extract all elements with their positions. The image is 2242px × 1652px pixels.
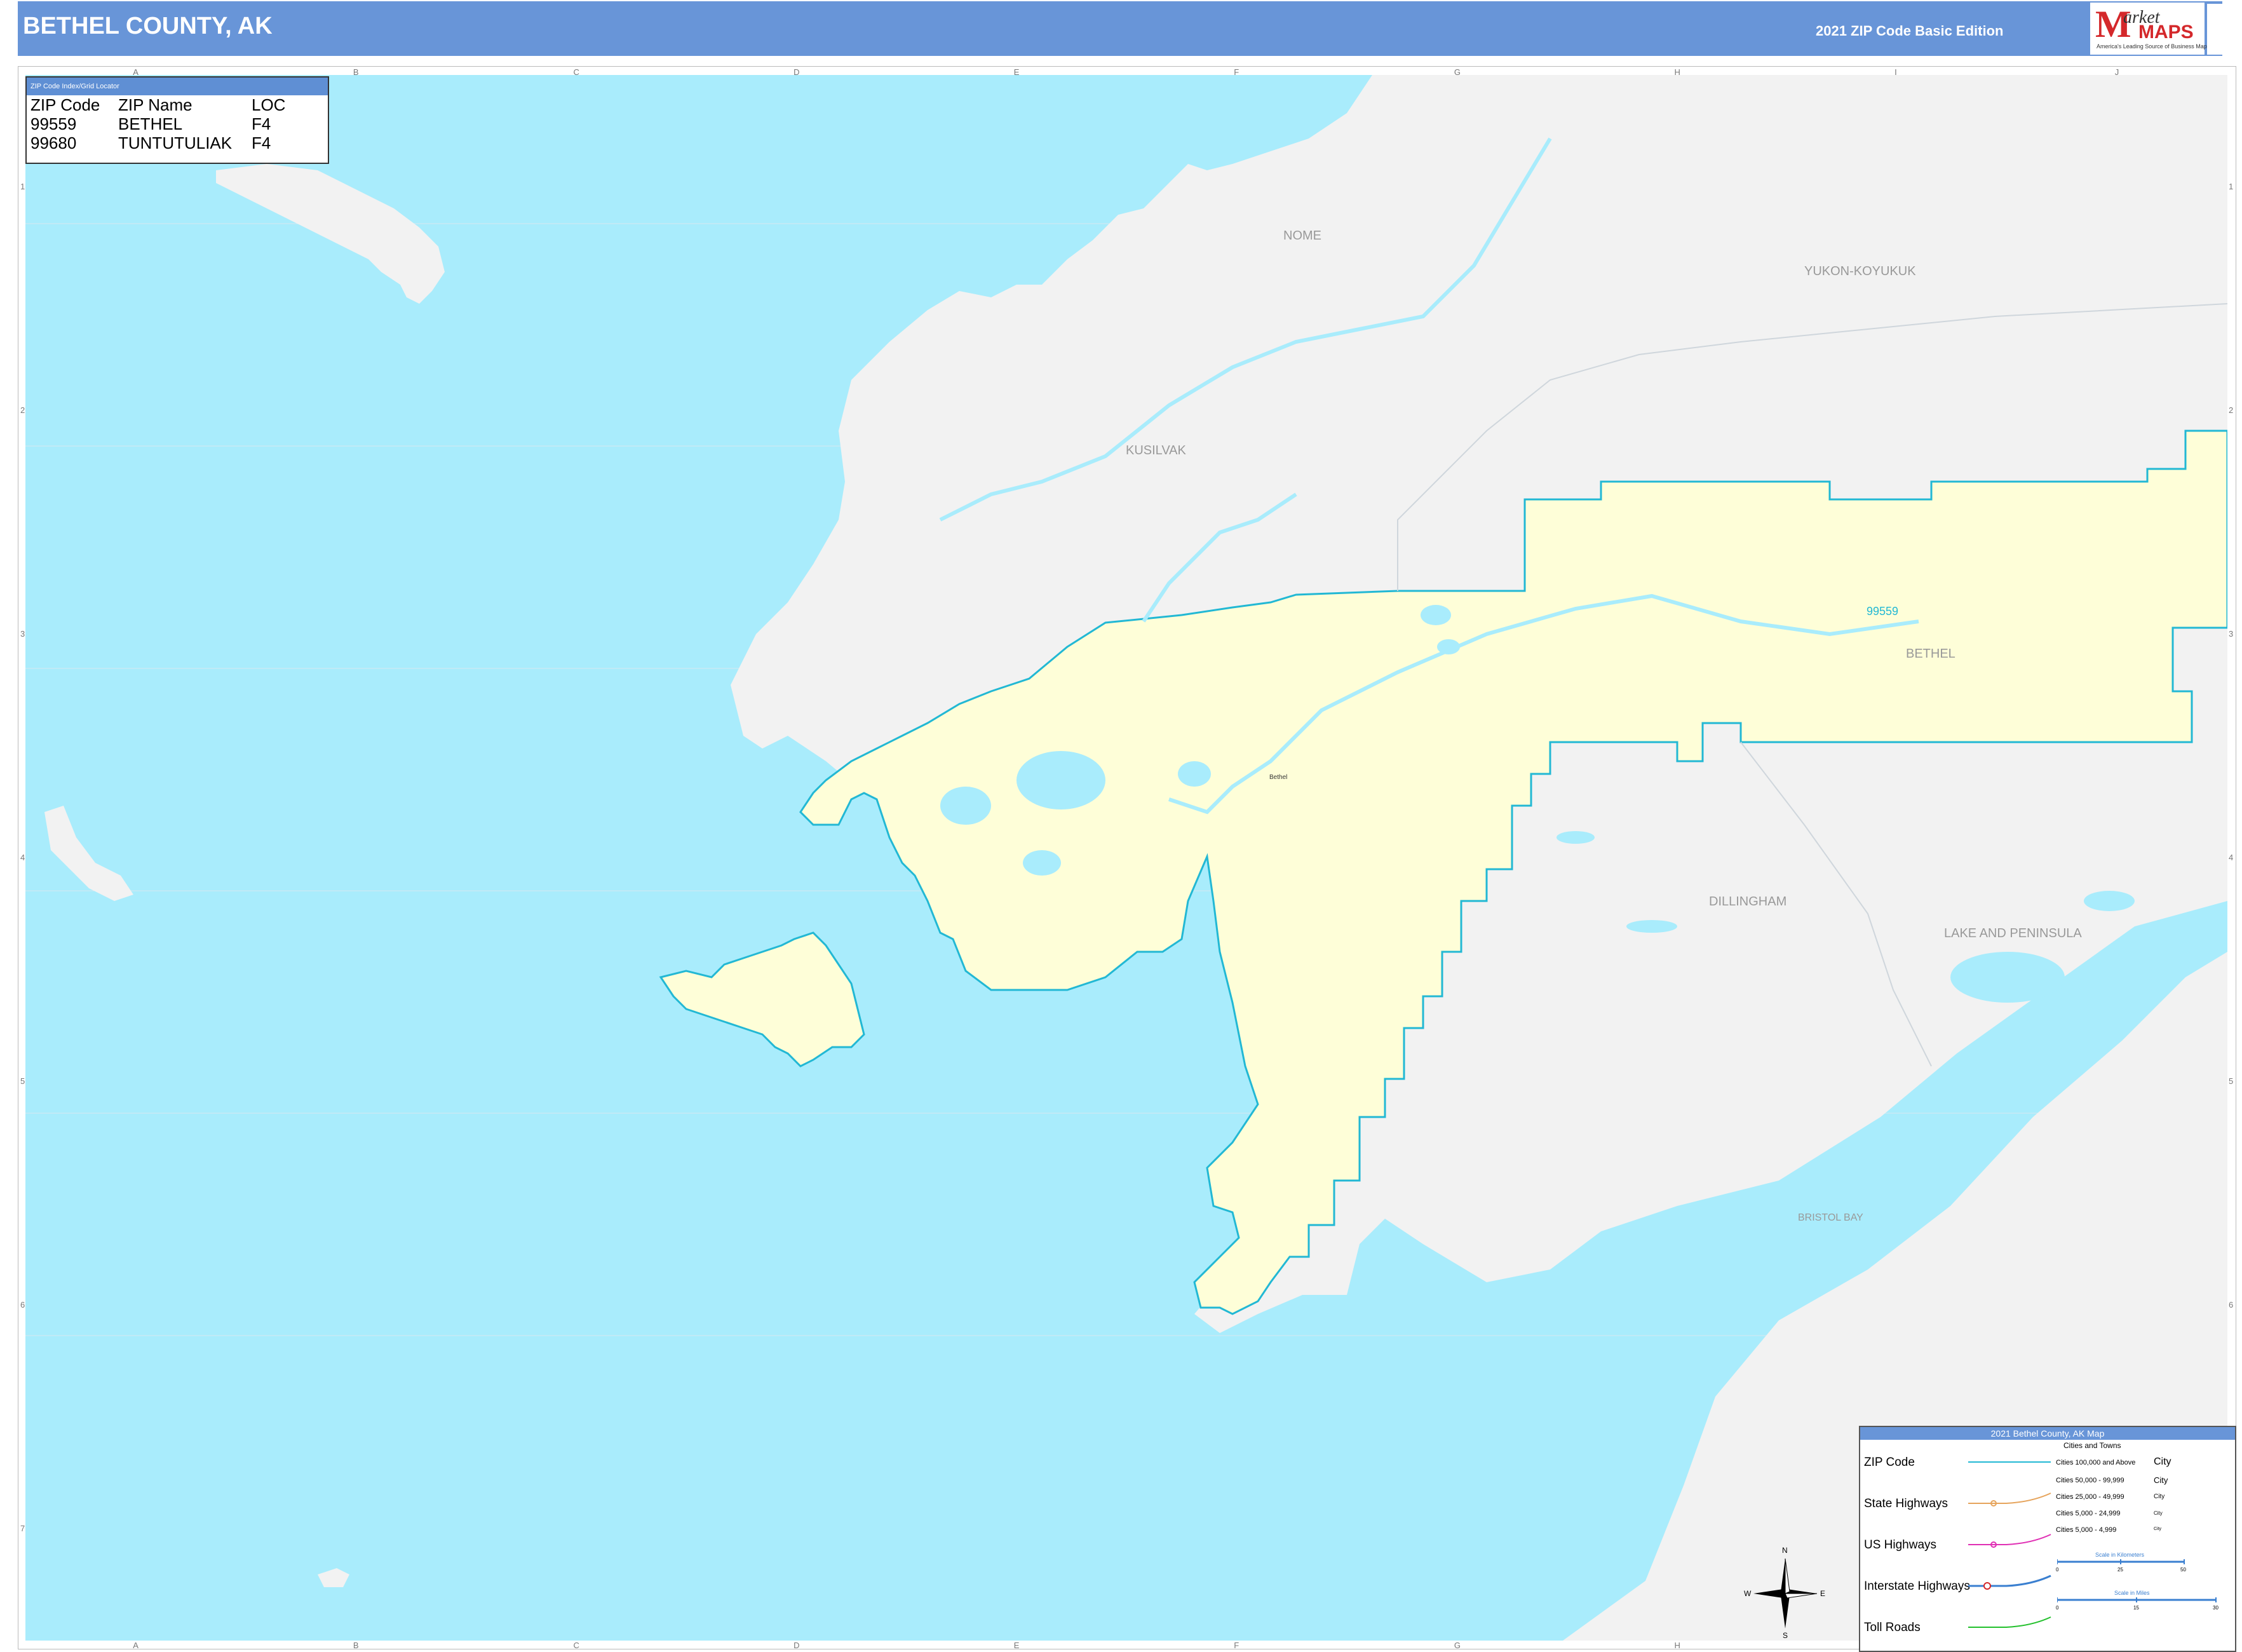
st-lawrence-island: [216, 164, 445, 304]
index-col-name: ZIP Name: [118, 95, 192, 114]
legend-zip-code: ZIP Code: [1864, 1456, 1915, 1469]
scale-mi-0: 0: [2056, 1605, 2059, 1611]
legend-city-5k: Cities 5,000 - 24,999: [2056, 1510, 2121, 1517]
index-cell-zip: 99680: [30, 133, 77, 152]
legend-title: 2021 Bethel County, AK Map: [1860, 1427, 2235, 1440]
label-bristol-bay: BRISTOL BAY: [1798, 1212, 1863, 1223]
scale-mi-label: Scale in Miles: [2114, 1590, 2150, 1596]
label-kusilvak: KUSILVAK: [1126, 443, 1186, 457]
index-header: ZIP Code Index/Grid Locator: [27, 78, 328, 95]
legend-cities-title: Cities and Towns: [2063, 1441, 2121, 1450]
grid-col-label: D: [793, 1641, 800, 1650]
title-bar: BETHEL COUNTY, AK 2021 ZIP Code Basic Ed…: [18, 1, 2240, 56]
table-row[interactable]: 99559 BETHEL F4: [27, 114, 328, 133]
grid-row-label: 2: [2229, 405, 2234, 415]
index-cell-zip: 99559: [30, 114, 77, 133]
legend-city-sample-3: City: [2154, 1493, 2165, 1500]
legend-symbols: [1968, 1461, 2051, 1628]
label-yukon-koyukuk: YUKON-KOYUKUK: [1804, 264, 1916, 278]
map-title: BETHEL COUNTY, AK: [23, 13, 273, 39]
contact-box: [2207, 4, 2240, 55]
grid-row-label: 5: [20, 1076, 25, 1086]
grid-col-label: C: [573, 1641, 579, 1650]
grid-col-label: H: [1674, 1641, 1680, 1650]
index-cell-name: BETHEL: [118, 114, 183, 133]
index-cell-loc: F4: [252, 114, 271, 133]
compass-rose: N S W E: [1744, 1546, 1827, 1641]
grid-col-label: G: [1454, 1641, 1461, 1650]
scale-km-0: 0: [2056, 1567, 2059, 1573]
compass-s: S: [1783, 1631, 1788, 1640]
compass-icon: [1753, 1558, 1818, 1628]
legend-city-small: Cities 5,000 - 4,999: [2056, 1526, 2117, 1534]
zip-label-99559: 99559: [1867, 605, 1899, 618]
legend-city-sample-4: City: [2154, 1510, 2163, 1516]
scale-mi-bar: [2057, 1597, 2217, 1602]
compass-n: N: [1782, 1546, 1788, 1555]
map-area[interactable]: NOME YUKON-KOYUKUK KUSILVAK BETHEL DILLI…: [25, 75, 2227, 1641]
label-lake-and-peninsula: LAKE AND PENINSULA: [1944, 926, 2082, 940]
edition-label: 2021 ZIP Code Basic Edition: [1816, 23, 2004, 39]
grid-col-label: B: [353, 1641, 359, 1650]
grid-row-label: 2: [20, 405, 25, 415]
scale-km-50: 50: [2180, 1567, 2186, 1573]
label-dillingham: DILLINGHAM: [1709, 895, 1787, 909]
map-legend: 2021 Bethel County, AK Map Cities and To…: [1859, 1426, 2236, 1652]
grid-row-label: 4: [20, 853, 25, 862]
label-nome: NOME: [1283, 229, 1321, 243]
grid-row-label: 4: [2229, 853, 2234, 862]
grid-row-label: 6: [20, 1300, 25, 1310]
index-cell-name: TUNTUTULIAK: [118, 133, 233, 152]
grid-col-label: E: [1013, 1641, 1020, 1650]
index-col-zip: ZIP Code: [30, 95, 100, 114]
index-cell-loc: F4: [252, 133, 271, 152]
scale-km-bar: [2057, 1559, 2185, 1564]
market-maps-logo: M arket MAPS America's Leading Source of…: [2090, 3, 2210, 55]
grid-row-label: 7: [20, 1524, 25, 1533]
zip-index-table: ZIP Code Index/Grid Locator ZIP Code ZIP…: [25, 76, 329, 164]
nunivak-island: [659, 931, 865, 1067]
legend-us-highways: US Highways: [1864, 1538, 1937, 1552]
logo-maps: MAPS: [2138, 22, 2194, 43]
scale-km-label: Scale in Kilometers: [2095, 1552, 2145, 1558]
grid-row-label: 5: [2229, 1076, 2234, 1086]
grid-col-label: A: [133, 1641, 138, 1650]
map-svg: [25, 75, 2227, 1641]
scale-km-25: 25: [2117, 1567, 2123, 1573]
compass-e: E: [1820, 1589, 1826, 1598]
scale-mi-15: 15: [2133, 1605, 2139, 1611]
index-header-row: ZIP Code ZIP Name LOC: [27, 95, 328, 114]
table-row[interactable]: 99680 TUNTUTULIAK F4: [27, 133, 328, 152]
grid-row-label: 1: [2229, 182, 2234, 191]
grid-col-label: F: [1234, 1641, 1239, 1650]
legend-city-100k: Cities 100,000 and Above: [2056, 1459, 2136, 1466]
legend-city-sample-5: City: [2154, 1527, 2162, 1531]
legend-city-sample-1: City: [2154, 1456, 2171, 1467]
legend-city-sample-2: City: [2154, 1475, 2168, 1485]
logo-tagline: America's Leading Source of Business Map…: [2097, 43, 2210, 50]
small-island-west: [44, 806, 133, 901]
compass-w: W: [1744, 1589, 1752, 1598]
grid-row-label: 1: [20, 182, 25, 191]
scale-mi-30: 30: [2213, 1605, 2218, 1611]
grid-row-label: 3: [2229, 629, 2234, 639]
grid-row-label: 3: [20, 629, 25, 639]
legend-city-25k: Cities 25,000 - 49,999: [2056, 1493, 2124, 1501]
legend-city-50k: Cities 50,000 - 99,999: [2056, 1477, 2124, 1484]
grid-row-label: 6: [2229, 1300, 2234, 1310]
legend-interstate-highways: Interstate Highways: [1864, 1580, 1970, 1593]
legend-state-highways: State Highways: [1864, 1497, 1948, 1510]
legend-toll-roads: Toll Roads: [1864, 1621, 1921, 1634]
index-col-loc: LOC: [252, 95, 286, 114]
small-island-south: [318, 1568, 349, 1587]
city-label-bethel: Bethel: [1269, 774, 1288, 781]
label-bethel: BETHEL: [1906, 647, 1955, 661]
